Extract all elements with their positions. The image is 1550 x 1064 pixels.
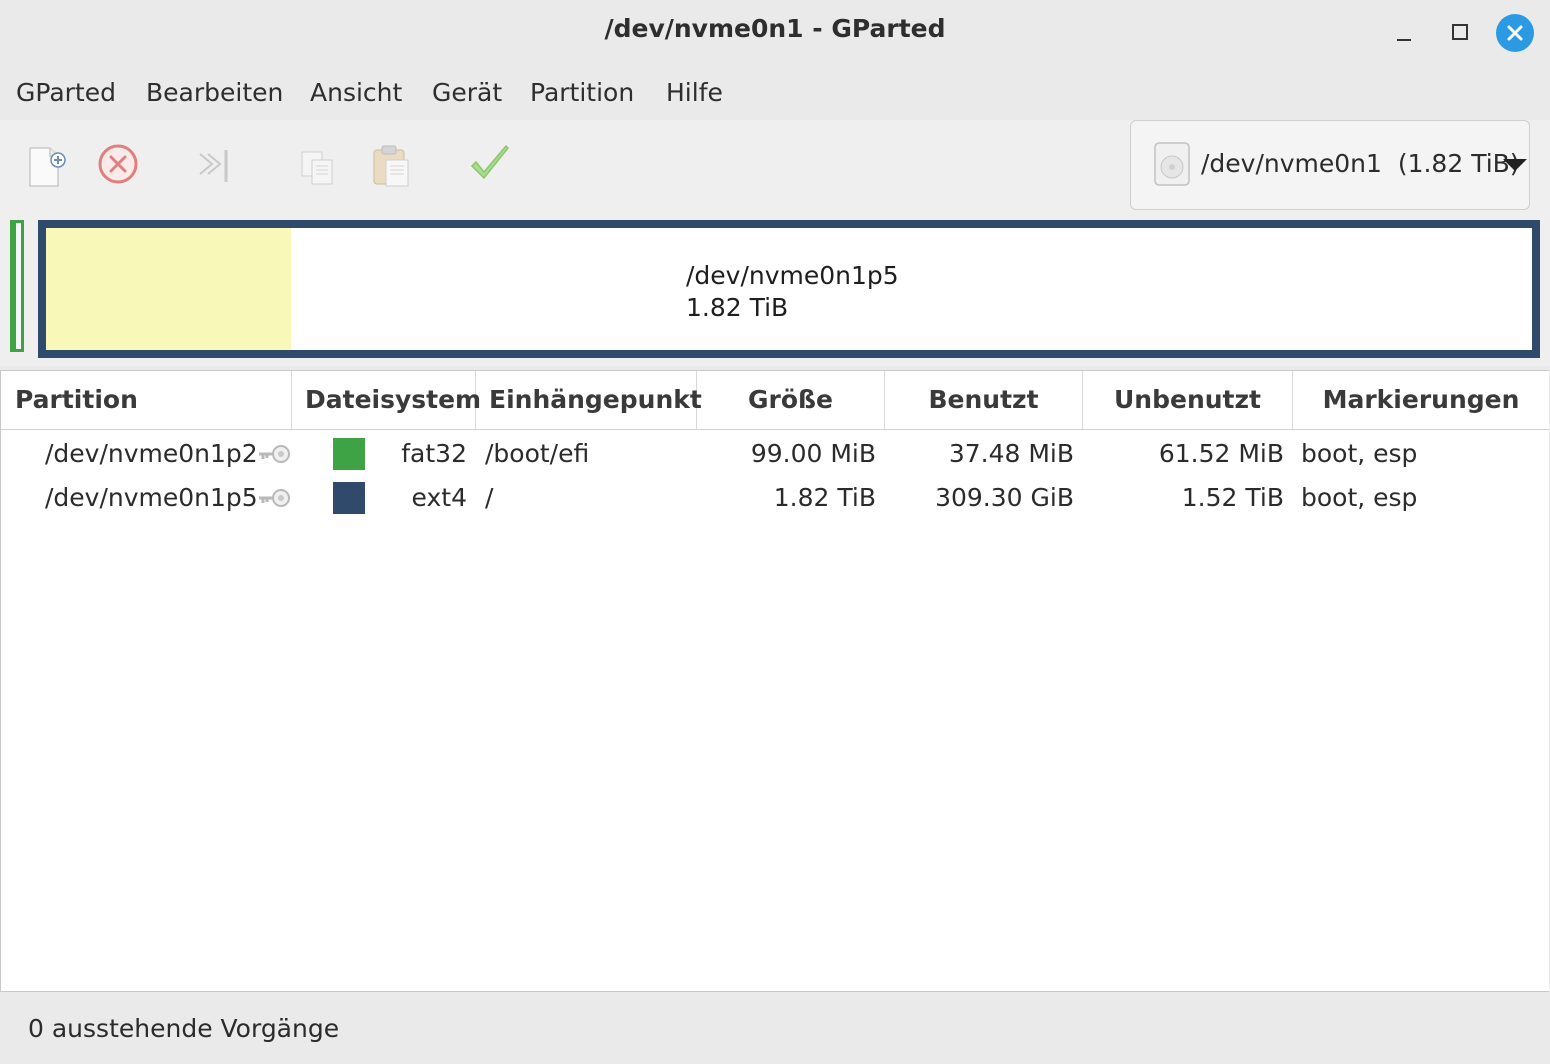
- close-button[interactable]: [1496, 14, 1534, 52]
- cell-flags: boot, esp: [1301, 439, 1418, 468]
- chevron-down-icon: [1503, 159, 1527, 171]
- cell-mountpoint: /: [485, 483, 494, 512]
- partition-block-nvme0n1p5[interactable]: /dev/nvme0n1p5 1.82 TiB: [38, 220, 1540, 358]
- cell-filesystem: fat32: [401, 439, 467, 468]
- resize-move-button[interactable]: [194, 142, 244, 192]
- partition-block-nvme0n1p2[interactable]: [10, 220, 24, 352]
- menu-partition[interactable]: Partition: [530, 78, 634, 107]
- toolbar: /dev/nvme0n1 (1.82 TiB): [0, 120, 1550, 216]
- pending-operations-status: 0 ausstehende Vorgänge: [28, 1014, 340, 1043]
- maximize-button[interactable]: [1442, 16, 1478, 52]
- delete-partition-button[interactable]: [94, 142, 144, 192]
- menu-bar: GParted Bearbeiten Ansicht Gerät Partiti…: [0, 66, 1550, 120]
- column-header-unbenutzt[interactable]: Unbenutzt: [1083, 371, 1293, 429]
- table-row[interactable]: /dev/nvme0n1p2 fat32 /boot/efi 99.00 MiB…: [1, 432, 1549, 476]
- cell-unused: 61.52 MiB: [1158, 439, 1284, 468]
- new-partition-icon: [29, 147, 66, 187]
- apply-resize-icon: [199, 150, 228, 182]
- column-header-einhaengepunkt[interactable]: Einhängepunkt: [476, 371, 702, 429]
- menu-bearbeiten[interactable]: Bearbeiten: [146, 78, 283, 107]
- partition-block-name: /dev/nvme0n1p5: [686, 261, 899, 290]
- key-icon: [259, 445, 290, 463]
- close-icon: [1507, 25, 1523, 41]
- gparted-window: /dev/nvme0n1 - GParted GParted Bearbeite…: [0, 0, 1550, 1064]
- partition-block-size: 1.82 TiB: [686, 293, 789, 322]
- copy-icon: [301, 151, 333, 185]
- table-header: Partition Dateisystem Einhängepunkt Größ…: [1, 371, 1549, 430]
- harddisk-icon: [1154, 142, 1190, 186]
- menu-hilfe[interactable]: Hilfe: [666, 78, 723, 107]
- title-bar: /dev/nvme0n1 - GParted: [0, 0, 1550, 66]
- device-label: /dev/nvme0n1 (1.82 TiB): [1201, 149, 1520, 178]
- cell-mountpoint: /boot/efi: [485, 439, 590, 468]
- paste-button[interactable]: [370, 142, 420, 192]
- table-row[interactable]: /dev/nvme0n1p5 ext4 / 1.82 TiB 309.30 Gi…: [1, 476, 1549, 520]
- menu-gparted[interactable]: GParted: [16, 78, 116, 107]
- menu-geraet[interactable]: Gerät: [432, 78, 502, 107]
- column-header-dateisystem[interactable]: Dateisystem: [292, 371, 481, 429]
- cell-size: 99.00 MiB: [750, 439, 876, 468]
- partition-table: Partition Dateisystem Einhängepunkt Größ…: [0, 370, 1549, 992]
- partition-block-label: /dev/nvme0n1p5 1.82 TiB: [686, 260, 899, 324]
- ext4-color-swatch: [333, 482, 365, 514]
- paste-icon: [373, 145, 409, 187]
- status-bar: 0 ausstehende Vorgänge: [0, 992, 1550, 1064]
- used-space-bar: [46, 228, 292, 350]
- maximize-icon: [1452, 24, 1468, 40]
- copy-button[interactable]: [296, 142, 346, 192]
- new-partition-button[interactable]: [22, 142, 72, 192]
- cell-partition: /dev/nvme0n1p5: [45, 483, 258, 512]
- minimize-icon: [1397, 39, 1411, 41]
- partition-map: /dev/nvme0n1p5 1.82 TiB: [0, 216, 1550, 366]
- device-name: /dev/nvme0n1: [1201, 149, 1382, 178]
- key-icon: [259, 489, 290, 507]
- device-selector[interactable]: /dev/nvme0n1 (1.82 TiB): [1130, 120, 1530, 210]
- column-header-benutzt[interactable]: Benutzt: [885, 371, 1083, 429]
- cell-flags: boot, esp: [1301, 483, 1418, 512]
- cell-used: 37.48 MiB: [948, 439, 1074, 468]
- apply-button[interactable]: [466, 142, 516, 192]
- apply-icon: [470, 144, 510, 180]
- minimize-button[interactable]: [1386, 16, 1422, 52]
- delete-icon: [98, 144, 138, 184]
- menu-ansicht[interactable]: Ansicht: [310, 78, 402, 107]
- column-header-markierungen[interactable]: Markierungen: [1293, 371, 1549, 429]
- cell-filesystem: ext4: [411, 483, 467, 512]
- device-size: (1.82 TiB): [1397, 149, 1520, 178]
- fat32-color-swatch: [333, 438, 365, 470]
- cell-unused: 1.52 TiB: [1181, 483, 1284, 512]
- column-header-groesse[interactable]: Größe: [697, 371, 885, 429]
- window-title: /dev/nvme0n1 - GParted: [604, 14, 946, 43]
- cell-used: 309.30 GiB: [935, 483, 1074, 512]
- column-header-partition[interactable]: Partition: [1, 371, 292, 429]
- cell-size: 1.82 TiB: [773, 483, 876, 512]
- cell-partition: /dev/nvme0n1p2: [45, 439, 258, 468]
